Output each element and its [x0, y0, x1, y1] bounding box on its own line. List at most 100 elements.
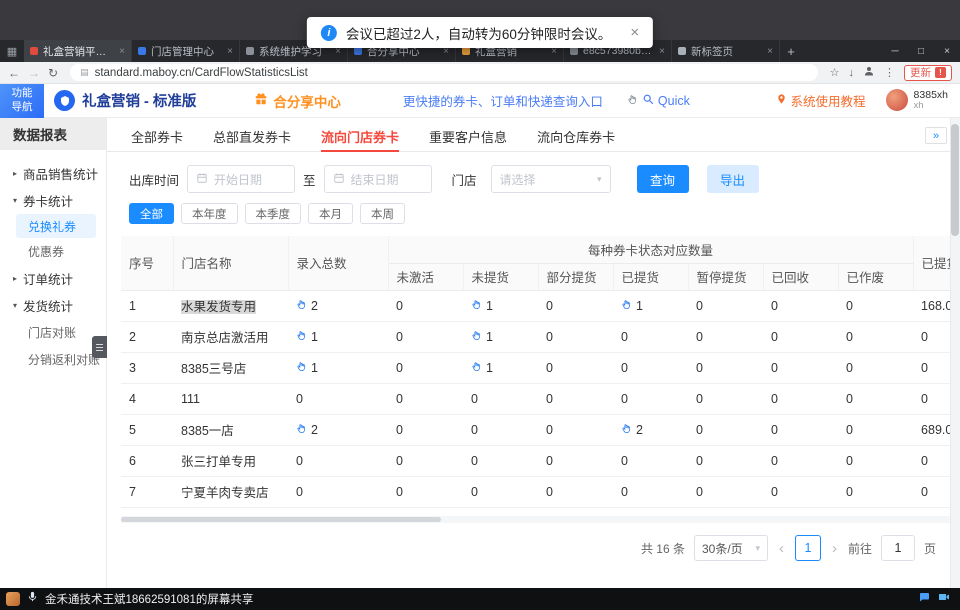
taskbar-app-icon[interactable]	[6, 592, 20, 606]
new-tab-button[interactable]: +	[780, 40, 802, 62]
tab-active[interactable]: 流向门店券卡	[321, 127, 399, 151]
minimize-button[interactable]: ─	[882, 46, 908, 57]
function-nav-button[interactable]: 功能 导航	[0, 84, 44, 118]
tab-close-icon[interactable]: ×	[659, 46, 665, 57]
count-link[interactable]: 2	[296, 423, 318, 437]
table-row[interactable]: 58385一店20002000689.0	[121, 414, 960, 445]
forward-icon[interactable]: →	[28, 67, 40, 79]
cell-status: 0	[838, 352, 913, 383]
sidebar-item[interactable]: ▸商品销售统计	[0, 160, 106, 187]
download-icon[interactable]: ↓	[849, 67, 855, 79]
sidebar-item[interactable]: ▾券卡统计	[0, 187, 106, 214]
sidebar-subitem[interactable]: 门店对账	[0, 319, 106, 346]
cell-seq: 7	[121, 476, 173, 507]
cell-status: 0	[538, 445, 613, 476]
count-link[interactable]: 2	[296, 299, 318, 313]
cell-store-name: 8385三号店	[173, 352, 288, 383]
tutorial-link[interactable]: 系统使用教程	[776, 91, 866, 110]
store-select[interactable]: 请选择 ▾	[491, 165, 611, 193]
sidebar-item[interactable]: ▸订单统计	[0, 265, 106, 292]
table-row[interactable]: 4111000000000	[121, 383, 960, 414]
end-date-input[interactable]: 结束日期	[324, 165, 432, 193]
table-row[interactable]: 7宁夏羊肉专卖店000000000	[121, 476, 960, 507]
close-button[interactable]: ×	[934, 46, 960, 57]
cell-status: 0	[538, 352, 613, 383]
goto-page-input[interactable]: 1	[881, 535, 915, 561]
count-link[interactable]: 1	[296, 361, 318, 375]
menu-dots-icon[interactable]: ⋮	[884, 66, 895, 79]
table-row[interactable]: 38385三号店101000000	[121, 352, 960, 383]
count-link[interactable]: 1	[296, 330, 318, 344]
count-link[interactable]: 1	[471, 361, 493, 375]
cell-seq: 1	[121, 290, 173, 321]
table-row[interactable]: 1水果发货专用20101000168.0	[121, 290, 960, 321]
count-value: 2	[311, 423, 318, 437]
quick-range-button[interactable]: 本季度	[245, 203, 302, 224]
quick-search[interactable]: Quick	[627, 93, 690, 108]
scrollbar-thumb[interactable]	[951, 124, 959, 236]
table-row[interactable]: 2南京总店激活用101000000	[121, 321, 960, 352]
horizontal-scrollbar[interactable]	[121, 516, 960, 523]
browser-tab[interactable]: 礼盒营销平台管理中心×	[24, 40, 132, 62]
start-date-input[interactable]: 开始日期	[187, 165, 295, 193]
vertical-scrollbar[interactable]	[950, 118, 960, 588]
back-icon[interactable]: ←	[8, 67, 20, 79]
sidebar-subitem[interactable]: 兑换礼券	[16, 214, 96, 238]
quick-entry-tip[interactable]: 更快捷的券卡、订单和快递查询入口	[403, 91, 603, 110]
browser-tab[interactable]: 新标签页×	[672, 40, 780, 62]
count-link[interactable]: 1	[471, 330, 493, 344]
meeting-tray-icon[interactable]	[938, 590, 950, 608]
sidebar-item[interactable]: ▾发货统计	[0, 292, 106, 319]
table-row[interactable]: 6张三打单专用000000000	[121, 445, 960, 476]
tab-item[interactable]: 全部券卡	[131, 127, 183, 151]
quick-range-button[interactable]: 本周	[360, 203, 405, 224]
window-controls: ─ □ ×	[882, 40, 960, 62]
browser-update-button[interactable]: 更新 !	[904, 65, 952, 81]
hand-pointer-icon	[296, 330, 307, 344]
chat-tray-icon[interactable]	[918, 590, 930, 608]
hand-pointer-icon	[296, 423, 307, 437]
cell-total: 2	[288, 414, 388, 445]
search-button[interactable]: 查询	[637, 165, 689, 193]
toast-close-icon[interactable]: ×	[630, 24, 639, 41]
maximize-button[interactable]: □	[908, 46, 934, 57]
cell-status: 0	[838, 476, 913, 507]
quick-range-button[interactable]: 本月	[308, 203, 353, 224]
url-text[interactable]: standard.maboy.cn/CardFlowStatisticsList	[95, 67, 308, 79]
tab-close-icon[interactable]: ×	[227, 46, 233, 57]
sidebar-subitem[interactable]: 分销返利对账	[0, 346, 106, 373]
tab-item[interactable]: 总部直发券卡	[213, 127, 291, 151]
current-page-button[interactable]: 1	[795, 535, 821, 561]
bookmark-star-icon[interactable]: ☆	[830, 66, 840, 79]
address-bar[interactable]: ▤ standard.maboy.cn/CardFlowStatisticsLi…	[70, 64, 818, 81]
tab-grid-icon[interactable]: ▦	[0, 40, 24, 62]
next-page-icon[interactable]: ›	[830, 540, 839, 557]
export-button[interactable]: 导出	[707, 165, 759, 193]
user-menu[interactable]: 8385xh xh	[886, 89, 948, 112]
store-name-text: 8385三号店	[181, 362, 246, 376]
count-link[interactable]: 2	[621, 423, 643, 437]
prev-page-icon[interactable]: ‹	[777, 540, 786, 557]
cell-status: 0	[538, 290, 613, 321]
tab-close-icon[interactable]: ×	[119, 46, 125, 57]
cell-status: 0	[688, 383, 763, 414]
cell-status: 0	[613, 445, 688, 476]
sidebar-subitem[interactable]: 优惠券	[0, 238, 106, 265]
count-link[interactable]: 1	[471, 299, 493, 313]
page-size-select[interactable]: 30条/页 ▾	[694, 535, 768, 561]
tabs-expand-button[interactable]: »	[925, 127, 947, 144]
cell-status: 1	[463, 321, 538, 352]
quick-range-button[interactable]: 全部	[129, 203, 174, 224]
toolbar-icons: ☆ ↓ ⋮ 更新 !	[830, 64, 952, 82]
count-link[interactable]: 1	[621, 299, 643, 313]
profile-icon[interactable]	[863, 64, 875, 82]
tab-item[interactable]: 重要客户信息	[429, 127, 507, 151]
tab-close-icon[interactable]: ×	[767, 46, 773, 57]
quick-range-button[interactable]: 本年度	[181, 203, 238, 224]
browser-tab[interactable]: 门店管理中心×	[132, 40, 240, 62]
cell-status: 1	[463, 290, 538, 321]
sidebar-collapse-handle[interactable]	[92, 336, 107, 358]
refresh-icon[interactable]: ↻	[48, 67, 58, 79]
share-center-link[interactable]: 合分享中心	[254, 91, 341, 111]
tab-item[interactable]: 流向仓库券卡	[537, 127, 615, 151]
